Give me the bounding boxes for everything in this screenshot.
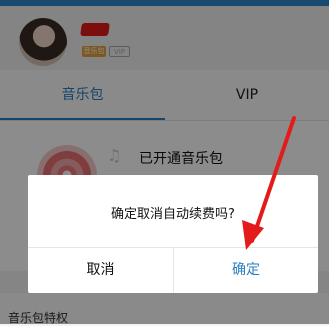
confirm-button[interactable]: 确定 bbox=[174, 248, 318, 293]
section-label: 音乐包特权 bbox=[8, 311, 69, 325]
confirm-dialog: 确定取消自动续费吗? 取消 确定 bbox=[28, 175, 318, 293]
cancel-button[interactable]: 取消 bbox=[28, 248, 173, 293]
dialog-message: 确定取消自动续费吗? bbox=[111, 207, 235, 222]
